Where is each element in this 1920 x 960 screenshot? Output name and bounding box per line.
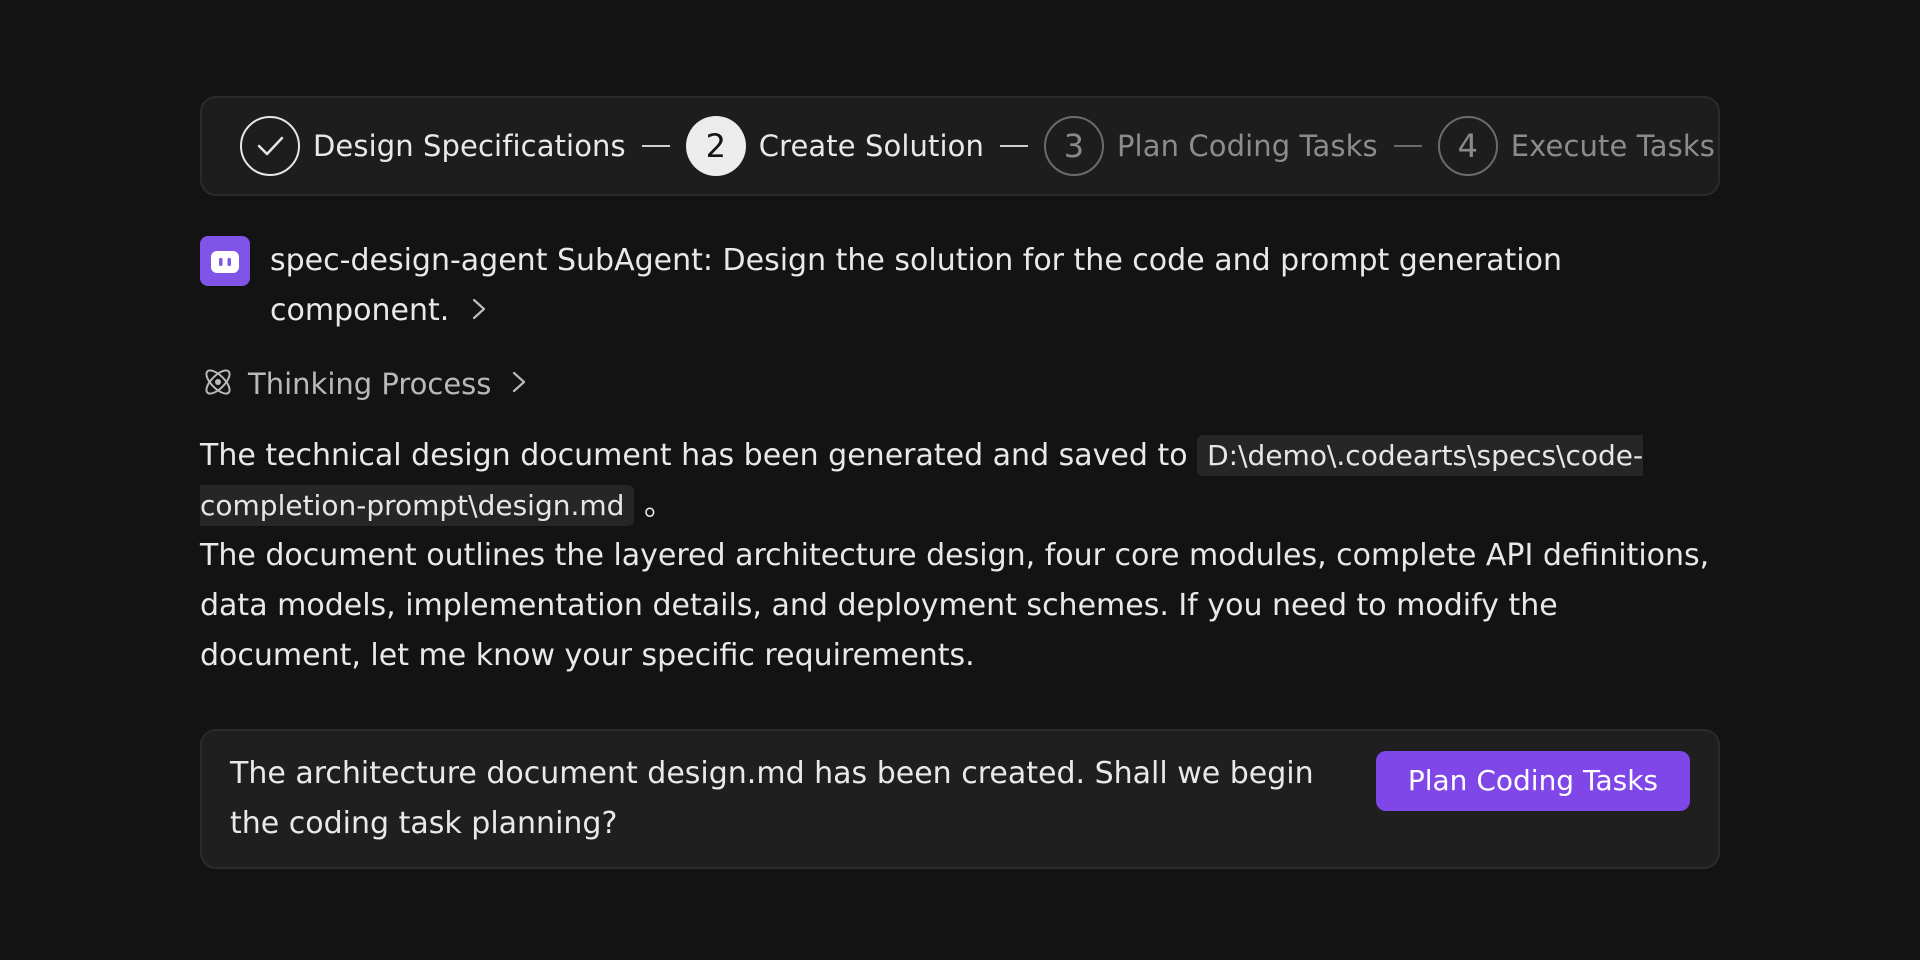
response-text: The technical design document has been g… (200, 431, 1720, 681)
step-plan-coding-tasks[interactable]: 3 Plan Coding Tasks (1043, 116, 1378, 176)
chevron-right-icon (511, 370, 527, 398)
step-separator (1393, 145, 1422, 147)
chevron-right-icon[interactable] (471, 287, 487, 337)
workflow-stepper: Design Specifications 2 Create Solution … (200, 96, 1720, 196)
subagent-description: spec-design-agent SubAgent: Design the s… (270, 236, 1600, 337)
step-create-solution[interactable]: 2 Create Solution (685, 116, 984, 176)
subagent-text: spec-design-agent SubAgent: Design the s… (270, 243, 1562, 328)
step-execute-tasks[interactable]: 4 Execute Tasks (1437, 116, 1715, 176)
next-step-card: The architecture document design.md has … (200, 728, 1720, 869)
thinking-label: Thinking Process (248, 366, 492, 401)
step-label: Create Solution (758, 129, 984, 163)
plan-coding-tasks-button[interactable]: Plan Coding Tasks (1375, 750, 1690, 811)
step-number: 2 (685, 116, 746, 176)
subagent-row[interactable]: spec-design-agent SubAgent: Design the s… (200, 236, 1720, 337)
step-separator (999, 145, 1028, 147)
check-icon (240, 116, 300, 176)
thinking-process-toggle[interactable]: Thinking Process (200, 359, 1720, 409)
step-label: Design Specifications (313, 129, 626, 163)
atom-icon (200, 364, 236, 404)
step-number: 4 (1437, 116, 1498, 176)
step-separator (641, 145, 670, 147)
card-question: The architecture document design.md has … (230, 755, 1314, 841)
details-text: The document outlines the layered archit… (200, 537, 1710, 673)
step-design-specifications[interactable]: Design Specifications (240, 116, 626, 176)
end-mark: 。 (643, 487, 674, 523)
step-number: 3 (1043, 116, 1104, 176)
step-label: Execute Tasks (1510, 129, 1715, 163)
chat-message: Design Specifications 2 Create Solution … (200, 96, 1720, 869)
step-label: Plan Coding Tasks (1116, 129, 1378, 163)
robot-icon (200, 236, 250, 286)
intro-text: The technical design document has been g… (200, 437, 1188, 473)
